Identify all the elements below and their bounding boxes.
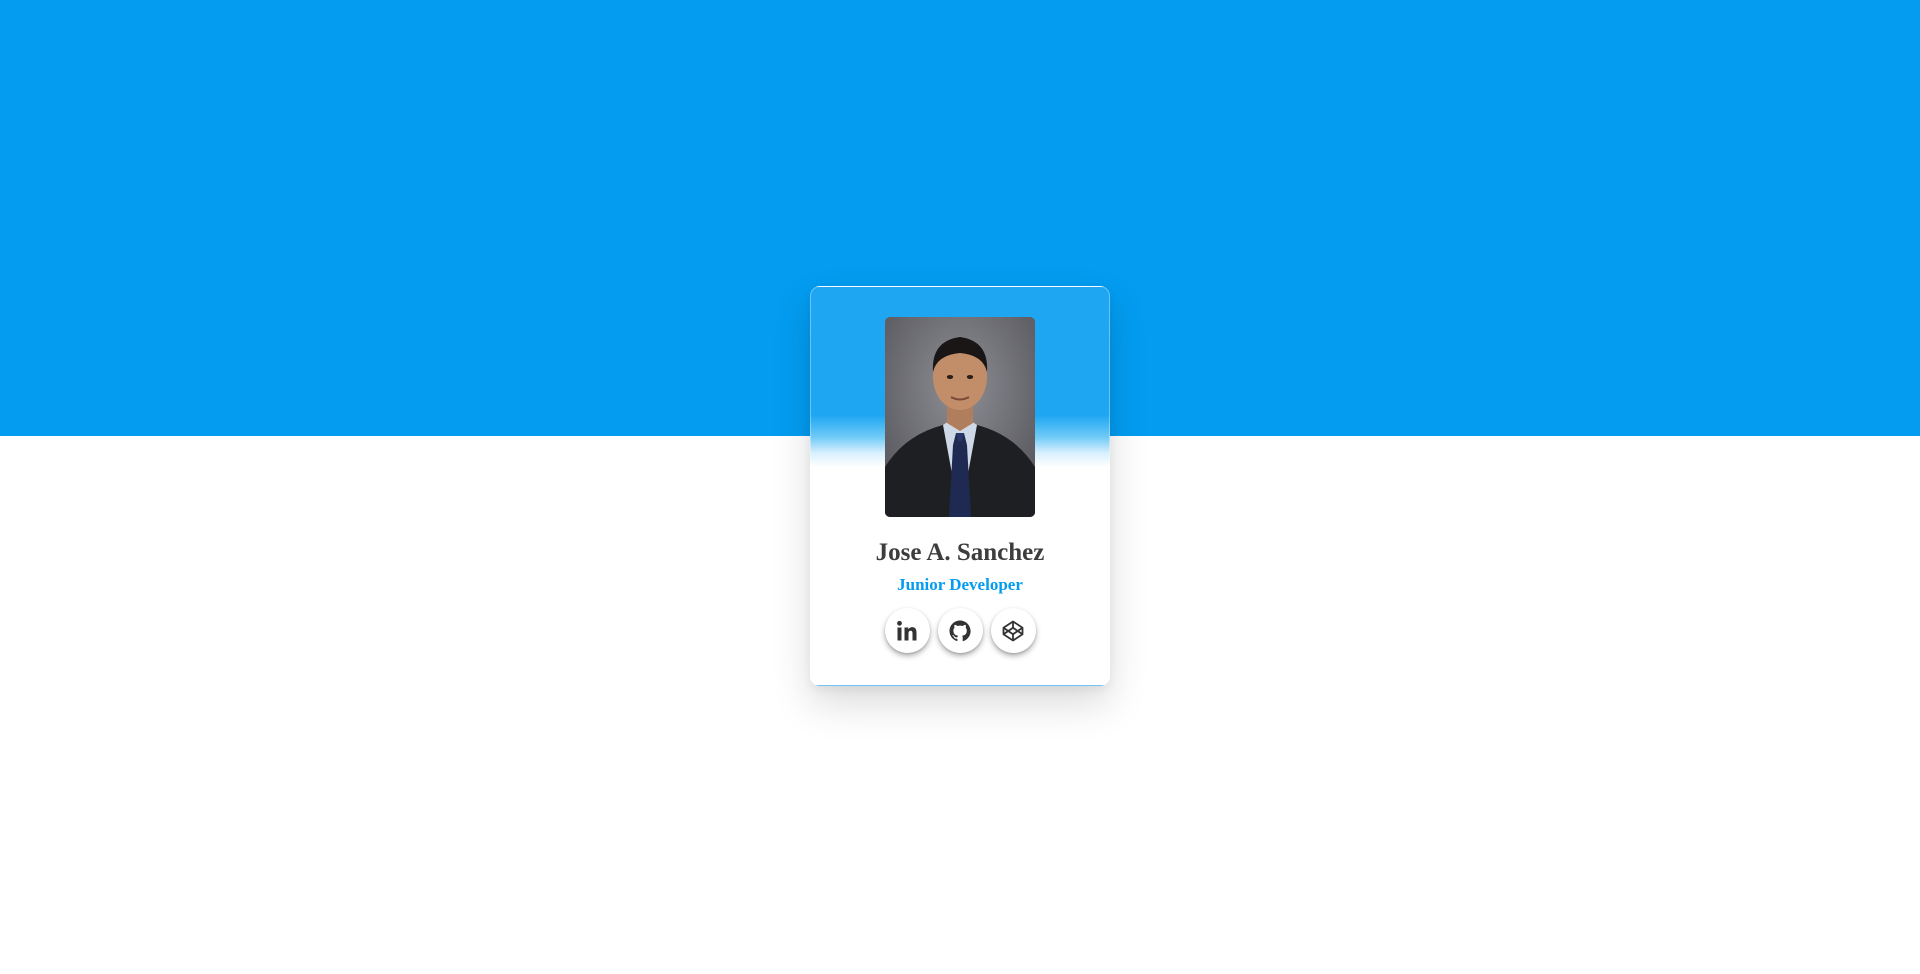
profile-card: Jose A. Sanchez Junior Developer bbox=[810, 286, 1110, 686]
profile-role: Junior Developer bbox=[897, 575, 1023, 594]
linkedin-button[interactable] bbox=[884, 608, 930, 653]
page: Jose A. Sanchez Junior Developer bbox=[0, 0, 1920, 974]
codepen-button[interactable] bbox=[990, 608, 1036, 653]
github-icon bbox=[948, 619, 972, 643]
profile-name: Jose A. Sanchez bbox=[875, 539, 1045, 566]
github-button[interactable] bbox=[937, 608, 983, 653]
profile-photo bbox=[885, 317, 1035, 517]
social-links bbox=[811, 608, 1109, 653]
codepen-icon bbox=[1001, 619, 1025, 643]
linkedin-icon bbox=[895, 619, 919, 643]
